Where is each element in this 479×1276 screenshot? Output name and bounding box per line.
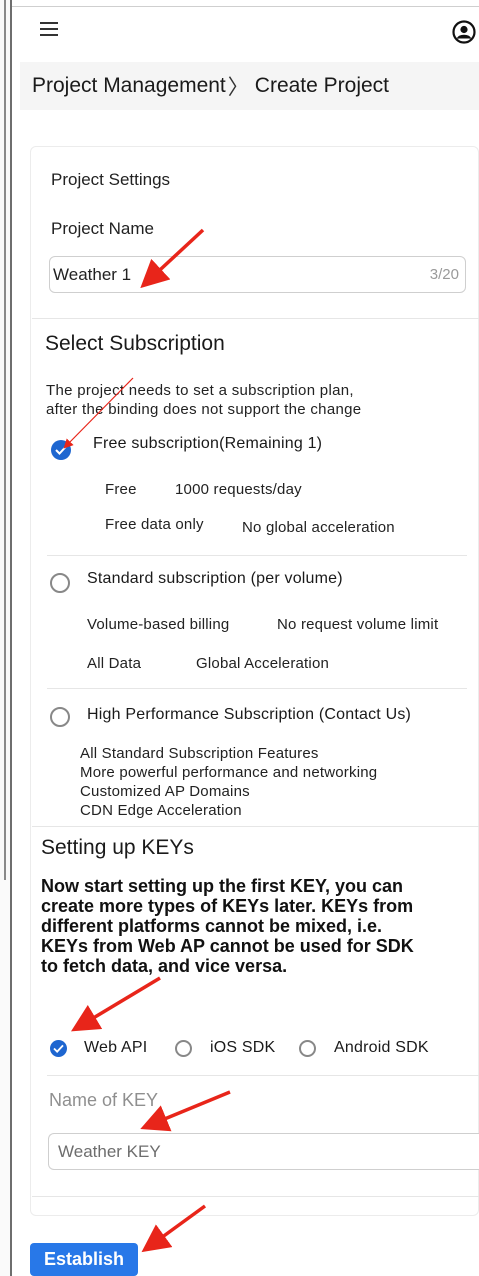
- breadcrumb: Project Management 〉 Create Project: [20, 62, 479, 110]
- keys-desc-line: to fetch data, and vice versa.: [41, 956, 288, 976]
- section-divider: [32, 826, 479, 827]
- high-performance-plan-label[interactable]: High Performance Subscription (Contact U…: [87, 706, 411, 724]
- breadcrumb-separator: 〉: [227, 76, 249, 99]
- standard-plan-label[interactable]: Standard subscription (per volume): [87, 570, 343, 588]
- plan-divider: [47, 555, 467, 556]
- standard-plan-billing: Volume-based billing: [87, 616, 230, 633]
- user-circle-icon[interactable]: [452, 20, 476, 44]
- project-settings-title: Project Settings: [51, 170, 171, 189]
- high-performance-feature: All Standard Subscription Features: [80, 745, 319, 762]
- project-name-value: Weather 1: [53, 264, 132, 284]
- high-performance-plan-radio[interactable]: [50, 707, 70, 727]
- project-name-counter: 3/20: [429, 266, 459, 283]
- standard-plan-acceleration: Global Acceleration: [196, 655, 330, 672]
- project-name-label: Project Name: [51, 219, 154, 238]
- breadcrumb-current: Create Project: [254, 74, 390, 97]
- android-sdk-radio[interactable]: [299, 1040, 316, 1057]
- keys-desc-line: KEYs from Web AP cannot be used for SDK: [41, 936, 414, 956]
- edge-tick: [4, 0, 6, 880]
- ios-sdk-label[interactable]: iOS SDK: [210, 1039, 275, 1057]
- key-name-value: Weather KEY: [58, 1141, 161, 1161]
- breadcrumb-parent[interactable]: Project Management: [32, 74, 226, 98]
- free-plan-quota: 1000 requests/day: [175, 481, 302, 498]
- high-performance-feature: Customized AP Domains: [80, 783, 250, 800]
- keys-description: Now start setting up the first KEY, you …: [41, 876, 471, 976]
- top-divider: [12, 6, 479, 7]
- subscription-desc-line1: The project needs to set a subscription …: [46, 382, 354, 399]
- high-performance-feature: More powerful performance and networking: [80, 764, 378, 781]
- section-divider: [32, 318, 479, 319]
- project-name-input[interactable]: Weather 1 3/20: [49, 256, 466, 293]
- plan-divider: [47, 688, 467, 689]
- subscription-desc-line2: after the binding does not support the c…: [46, 401, 362, 418]
- free-plan-label[interactable]: Free subscription(Remaining 1): [93, 435, 322, 453]
- keys-divider: [47, 1075, 479, 1076]
- keys-desc-line: different platforms cannot be mixed, i.e…: [41, 916, 383, 936]
- standard-plan-radio[interactable]: [50, 573, 70, 593]
- standard-plan-limit: No request volume limit: [277, 616, 439, 633]
- free-plan-data: Free data only: [105, 516, 204, 533]
- card-bottom-divider: [32, 1196, 479, 1197]
- window-left-edge: [0, 0, 12, 1276]
- web-api-radio[interactable]: [50, 1040, 67, 1057]
- key-name-input[interactable]: Weather KEY: [48, 1133, 479, 1170]
- free-plan-acceleration: No global acceleration: [242, 519, 395, 536]
- standard-plan-data: All Data: [87, 655, 142, 672]
- free-plan-price: Free: [105, 481, 137, 498]
- free-plan-radio[interactable]: [51, 440, 71, 460]
- keys-desc-line: create more types of KEYs later. KEYs fr…: [41, 896, 414, 916]
- key-name-label: Name of KEY: [49, 1090, 159, 1110]
- hamburger-icon[interactable]: [40, 22, 58, 38]
- establish-button[interactable]: Establish: [30, 1243, 138, 1276]
- web-api-label[interactable]: Web API: [84, 1039, 147, 1057]
- keys-title: Setting up KEYs: [41, 836, 194, 859]
- android-sdk-label[interactable]: Android SDK: [334, 1039, 429, 1057]
- high-performance-feature: CDN Edge Acceleration: [80, 802, 242, 819]
- keys-desc-line: Now start setting up the first KEY, you …: [41, 876, 404, 896]
- subscription-title: Select Subscription: [45, 332, 225, 355]
- ios-sdk-radio[interactable]: [175, 1040, 192, 1057]
